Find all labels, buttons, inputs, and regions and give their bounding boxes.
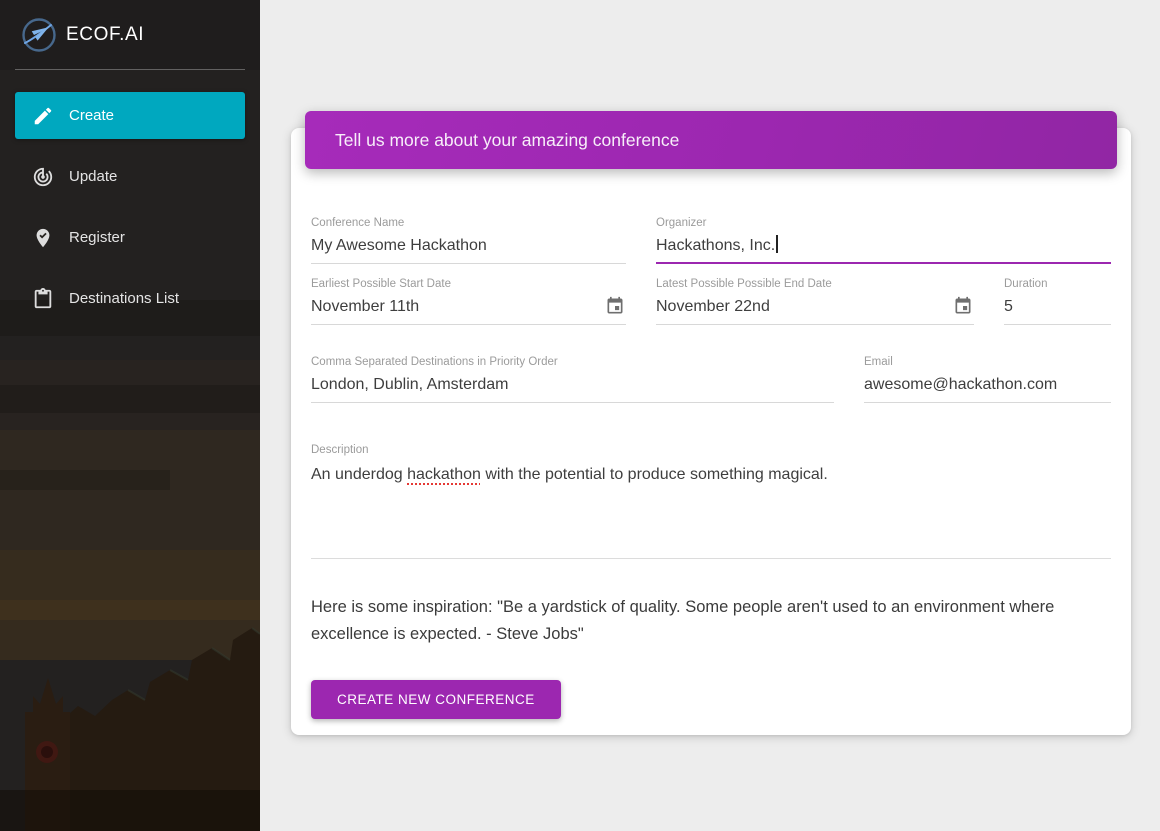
sidebar-item-create[interactable]: Create: [15, 92, 245, 139]
sidebar-header: ECOF.AI: [15, 0, 245, 70]
organizer-field: Organizer Hackathons, Inc.: [656, 216, 1111, 264]
pin-check-icon: [36, 228, 50, 247]
calendar-icon[interactable]: [605, 296, 625, 316]
duration-field: Duration 5: [1004, 277, 1111, 325]
end-date-label: Latest Possible Possible End Date: [656, 278, 832, 290]
conference-name-label: Conference Name: [311, 217, 405, 229]
sidebar-item-register[interactable]: Register: [15, 214, 245, 261]
start-date-label: Earliest Possible Start Date: [311, 278, 451, 290]
destinations-input[interactable]: London, Dublin, Amsterdam: [311, 374, 834, 403]
duration-input[interactable]: 5: [1004, 296, 1111, 325]
description-field: Description An underdog hackathon with t…: [311, 443, 1111, 559]
clipboard-icon: [34, 287, 52, 308]
start-date-input[interactable]: November 11th: [311, 296, 626, 325]
sidebar-item-label: Register: [69, 229, 125, 246]
sidebar-item-label: Create: [69, 107, 115, 124]
text-caret: [776, 235, 778, 253]
destinations-label: Comma Separated Destinations in Priority…: [311, 356, 558, 368]
inspiration-quote: Here is some inspiration: "Be a yardstic…: [311, 598, 1055, 643]
sidebar-item-label: Update: [69, 168, 118, 185]
conference-name-input[interactable]: My Awesome Hackathon: [311, 235, 626, 264]
destinations-field: Comma Separated Destinations in Priority…: [311, 355, 834, 403]
start-date-field: Earliest Possible Start Date November 11…: [311, 277, 626, 325]
description-textarea[interactable]: An underdog hackathon with the potential…: [311, 462, 1111, 559]
form-header-banner: Tell us more about your amazing conferen…: [305, 111, 1117, 169]
email-input[interactable]: awesome@hackathon.com: [864, 374, 1111, 403]
email-label: Email: [864, 356, 893, 368]
app-title: ECOF.AI: [66, 23, 145, 45]
end-date-input[interactable]: November 22nd: [656, 296, 974, 325]
track-changes-icon: [33, 167, 53, 186]
sidebar: ECOF.AI Create Update Register Destinati…: [0, 0, 260, 831]
description-text-before: An underdog: [311, 466, 408, 483]
organizer-value-text: Hackathons, Inc.: [656, 237, 776, 254]
sidebar-item-destinations-list[interactable]: Destinations List: [15, 275, 245, 322]
description-label: Description: [311, 444, 369, 456]
misspelled-word: hackathon: [407, 466, 481, 483]
email-field: Email awesome@hackathon.com: [864, 355, 1111, 403]
pencil-icon: [34, 107, 52, 124]
conference-form: Conference Name My Awesome Hackathon Org…: [311, 169, 1111, 719]
duration-label: Duration: [1004, 278, 1048, 290]
sidebar-item-update[interactable]: Update: [15, 153, 245, 200]
create-new-conference-button[interactable]: CREATE NEW CONFERENCE: [311, 680, 561, 719]
end-date-field: Latest Possible Possible End Date Novemb…: [656, 277, 974, 325]
sidebar-menu: Create Update Register Destinations List: [0, 70, 260, 322]
description-text-after: with the potential to produce something …: [480, 466, 828, 483]
plane-circle-logo-icon: [22, 17, 56, 52]
calendar-icon[interactable]: [953, 296, 973, 316]
organizer-input[interactable]: Hackathons, Inc.: [656, 235, 1111, 264]
conference-form-card: Tell us more about your amazing conferen…: [291, 111, 1131, 735]
form-title: Tell us more about your amazing conferen…: [335, 129, 680, 150]
main-content: Tell us more about your amazing conferen…: [260, 0, 1160, 831]
conference-name-field: Conference Name My Awesome Hackathon: [311, 216, 626, 264]
organizer-label: Organizer: [656, 217, 707, 229]
sidebar-item-label: Destinations List: [69, 290, 180, 307]
app-logo: ECOF.AI: [21, 17, 144, 53]
